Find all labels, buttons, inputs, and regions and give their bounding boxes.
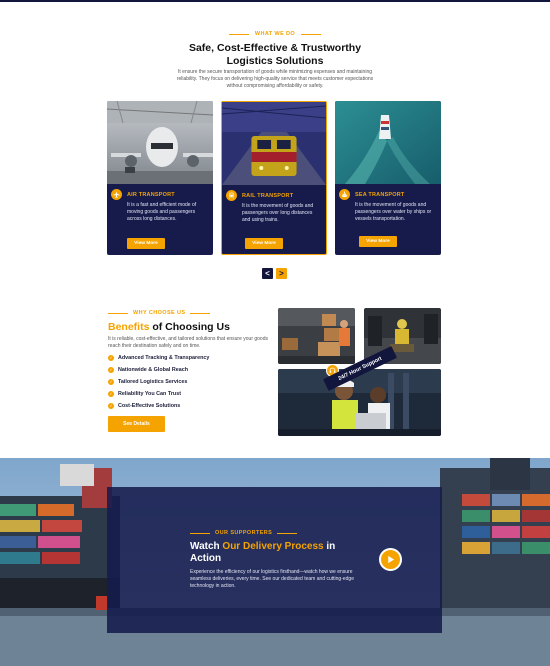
top-bar	[0, 0, 550, 2]
see-details-button[interactable]: See Details	[108, 416, 165, 432]
service-card-air: AIR TRANSPORT It is a fast and efficient…	[107, 101, 213, 255]
eyebrow-line	[228, 33, 249, 35]
eyebrow-text: OUR SUPPORTERS	[215, 530, 273, 536]
air-view-more-button[interactable]: View More	[127, 238, 165, 249]
why-choose-us-description: It is reliable, cost-effective, and tail…	[108, 336, 268, 349]
what-we-do-title: Safe, Cost-Effective & Trustworthy Logis…	[0, 42, 550, 68]
feature-item: ✓ Advanced Tracking & Transparency	[108, 352, 209, 364]
eyebrow-line	[108, 312, 128, 314]
title-line-1: Safe, Cost-Effective & Trustworthy	[188, 42, 362, 54]
eyebrow-line	[277, 532, 298, 534]
air-transport-photo	[107, 101, 213, 184]
train-icon	[226, 190, 237, 201]
team-laptop-photo	[278, 369, 441, 436]
title-highlight: Our Delivery Process	[222, 541, 324, 552]
warehouse-boxes-photo	[278, 308, 355, 364]
check-icon: ✓	[108, 367, 114, 373]
check-icon: ✓	[108, 391, 114, 397]
service-card-rail: RAIL TRANSPORT It is the movement of goo…	[221, 101, 327, 255]
check-icon: ✓	[108, 403, 114, 409]
eyebrow-text: WHAT WE DO	[254, 31, 296, 37]
feature-label: Reliability You Can Trust	[118, 391, 182, 397]
card-title: SEA TRANSPORT	[355, 192, 405, 198]
rail-transport-photo	[222, 102, 326, 185]
supporters-eyebrow: OUR SUPPORTERS	[190, 530, 298, 536]
feature-item: ✓ Nationwide & Global Reach	[108, 364, 209, 376]
airplane-icon	[111, 189, 122, 200]
eyebrow-line	[190, 312, 211, 314]
feature-label: Advanced Tracking & Transparency	[118, 355, 210, 361]
card-text: It is a fast and efficient mode of movin…	[127, 202, 197, 222]
what-we-do-eyebrow: WHAT WE DO	[0, 31, 550, 37]
title-rest: of Choosing Us	[149, 321, 230, 333]
feature-item: ✓ Tailored Logistics Services	[108, 376, 209, 388]
carousel-next-button[interactable]: >	[276, 268, 287, 279]
support-photo-collage: 24/7 Hour Support	[278, 308, 441, 436]
feature-label: Tailored Logistics Services	[118, 379, 188, 385]
feature-label: Cost-Effective Solutions	[118, 403, 181, 409]
carousel-prev-button[interactable]: <	[262, 268, 273, 279]
video-section-title: Watch Our Delivery Process in Action	[190, 541, 360, 565]
services-carousel: AIR TRANSPORT It is a fast and efficient…	[107, 101, 441, 255]
card-text: It is the movement of goods and passenge…	[355, 202, 432, 222]
eyebrow-line	[301, 33, 322, 35]
why-choose-us-eyebrow: WHY CHOOSE US	[108, 310, 211, 316]
eyebrow-text: WHY CHOOSE US	[133, 310, 186, 316]
play-icon	[388, 555, 395, 564]
title-highlight: Benefits	[108, 321, 150, 333]
carousel-pager: < >	[262, 268, 287, 279]
service-card-sea: SEA TRANSPORT It is the movement of good…	[335, 101, 441, 255]
sea-view-more-button[interactable]: View More	[359, 236, 397, 247]
check-icon: ✓	[108, 355, 114, 361]
card-title: RAIL TRANSPORT	[242, 193, 294, 199]
feature-item: ✓ Reliability You Can Trust	[108, 388, 209, 400]
video-section-description: Experience the efficiency of our logisti…	[190, 569, 354, 589]
feature-item: ✓ Cost-Effective Solutions	[108, 400, 209, 412]
why-choose-us-title: Benefits of Choosing Us	[108, 321, 230, 333]
what-we-do-description: It ensure the secure transportation of g…	[176, 69, 374, 89]
card-text: It is the movement of goods and passenge…	[242, 203, 314, 223]
feature-label: Nationwide & Global Reach	[118, 367, 189, 373]
play-video-button[interactable]	[379, 548, 402, 571]
card-title: AIR TRANSPORT	[127, 192, 175, 198]
ship-icon	[339, 189, 350, 200]
title-prefix: Watch	[190, 541, 223, 552]
check-icon: ✓	[108, 379, 114, 385]
eyebrow-line	[190, 532, 210, 534]
title-line-2: Logistics Solutions	[226, 55, 324, 67]
feature-list: ✓ Advanced Tracking & Transparency ✓ Natio…	[108, 352, 209, 412]
rail-view-more-button[interactable]: View More	[245, 238, 283, 249]
sea-transport-photo	[335, 101, 441, 184]
